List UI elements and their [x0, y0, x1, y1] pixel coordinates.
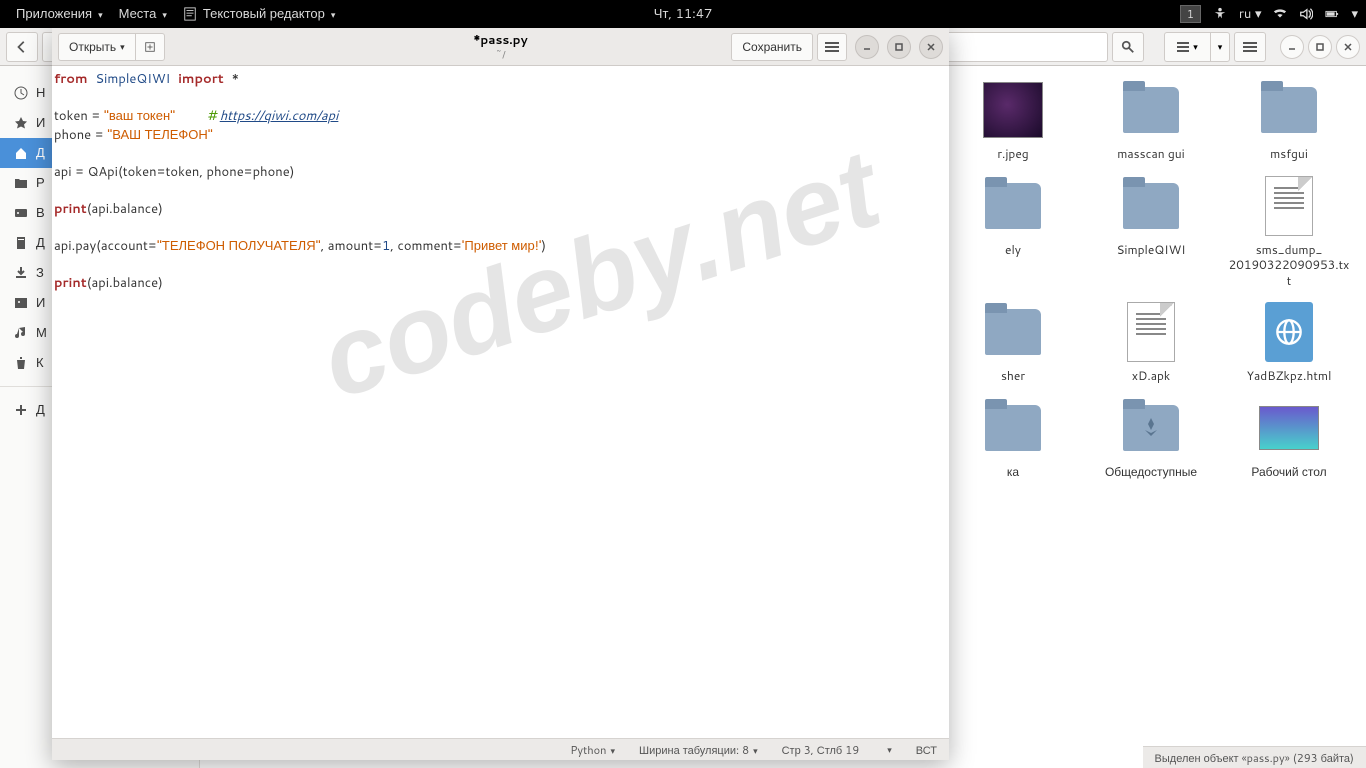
close-button[interactable] — [1336, 35, 1360, 59]
file-icon[interactable]: sher — [948, 296, 1078, 388]
window-title: *pass.py ~/ — [473, 31, 527, 62]
gedit-menu-button[interactable] — [817, 33, 847, 61]
wifi-icon[interactable] — [1273, 7, 1287, 21]
workspace-indicator[interactable]: 1 — [1180, 5, 1201, 23]
accessibility-icon[interactable] — [1213, 7, 1227, 21]
gedit-maximize[interactable] — [887, 35, 911, 59]
back-button[interactable] — [6, 32, 38, 62]
file-icon[interactable]: ely — [948, 170, 1078, 293]
clock[interactable]: Чт, 11:47 — [646, 5, 720, 23]
search-button[interactable] — [1112, 32, 1144, 62]
view-switcher[interactable]: ▾ — [1164, 32, 1210, 62]
file-icon[interactable]: sms_dump_20190322090953.txt — [1224, 170, 1354, 293]
system-menu[interactable]: ▾ — [1351, 5, 1358, 23]
file-icon[interactable]: r.jpeg — [948, 74, 1078, 166]
nautilus-status: Выделен объект «pass.py» (293 байта) — [1143, 746, 1366, 768]
file-icon[interactable]: xD.apk — [1086, 296, 1216, 388]
watermark: codeby.net — [323, 177, 877, 372]
gedit-window: Открыть▾ *pass.py ~/ Сохранить from Simp… — [52, 28, 949, 760]
editor-icon — [183, 7, 197, 21]
file-icon[interactable]: msfgui — [1224, 74, 1354, 166]
view-options-button[interactable]: ▾ — [1210, 32, 1230, 62]
file-icon[interactable]: SimpleQIWI — [1086, 170, 1216, 293]
file-icon[interactable]: Рабочий стол — [1224, 392, 1354, 484]
volume-icon[interactable] — [1299, 7, 1313, 21]
file-icon[interactable]: ка — [948, 392, 1078, 484]
new-tab-button[interactable] — [135, 33, 165, 61]
maximize-button[interactable] — [1308, 35, 1332, 59]
insert-mode[interactable]: ВСТ — [916, 742, 937, 758]
file-icon[interactable]: masscan gui — [1086, 74, 1216, 166]
gedit-titlebar[interactable]: Открыть▾ *pass.py ~/ Сохранить — [52, 28, 949, 66]
gedit-close[interactable] — [919, 35, 943, 59]
save-button[interactable]: Сохранить — [731, 33, 813, 61]
open-button[interactable]: Открыть▾ — [58, 33, 135, 61]
places-menu[interactable]: Места▾ — [111, 5, 175, 23]
position-menu[interactable]: ▾ — [887, 743, 892, 756]
cursor-position: Стр 3, Стлб 19 — [782, 742, 860, 758]
code-editor[interactable]: from SimpleQIWI import * token = "ваш то… — [52, 66, 949, 738]
minimize-button[interactable] — [1280, 35, 1304, 59]
language-selector[interactable]: Python▾ — [570, 742, 615, 758]
file-icon[interactable]: Общедоступные — [1086, 392, 1216, 484]
hamburger-menu[interactable] — [1234, 32, 1266, 62]
apps-menu[interactable]: Приложения▾ — [8, 5, 111, 23]
file-icon[interactable]: YadBZkpz.html — [1224, 296, 1354, 388]
gedit-minimize[interactable] — [855, 35, 879, 59]
battery-icon[interactable] — [1325, 7, 1339, 21]
tabwidth-selector[interactable]: Ширина табуляции: 8▾ — [639, 742, 758, 758]
keyboard-layout[interactable]: ru ▾ — [1239, 5, 1262, 23]
active-app-menu[interactable]: Текстовый редактор▾ — [175, 5, 344, 23]
gedit-statusbar: Python▾ Ширина табуляции: 8▾ Стр 3, Стлб… — [52, 738, 949, 760]
gnome-panel: Приложения▾ Места▾ Текстовый редактор▾ Ч… — [0, 0, 1366, 28]
